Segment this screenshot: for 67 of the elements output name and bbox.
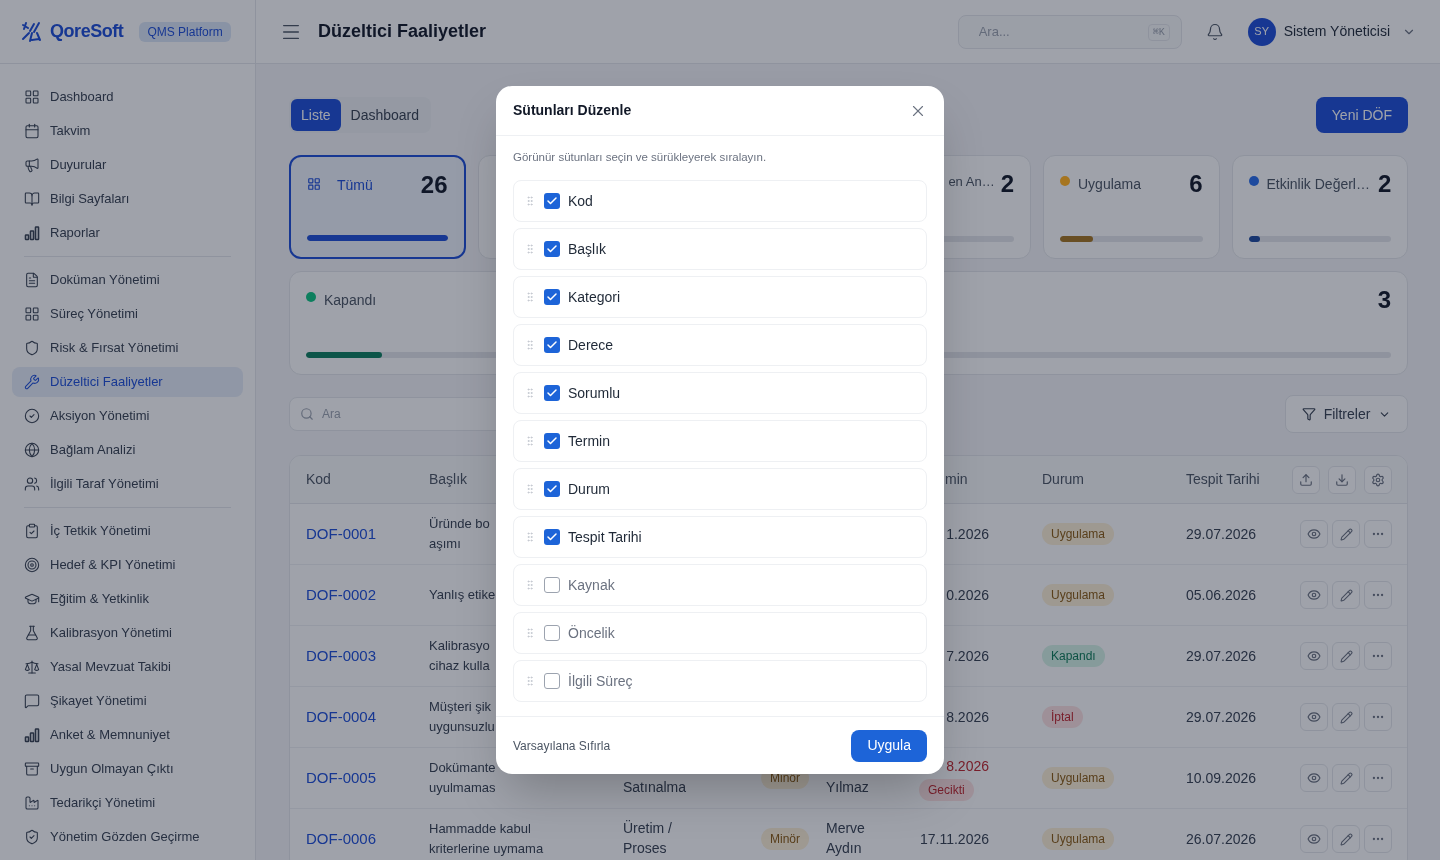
due-date: 1.2026: [945, 524, 989, 544]
category-text: Proses: [623, 839, 667, 858]
due-date: 0.2026: [945, 585, 989, 605]
stat-label: Kapandı: [324, 292, 377, 308]
column-label: Tespit Tarihi: [568, 527, 642, 547]
detection-date: 10.09.2026: [1186, 768, 1257, 788]
title-text: Yanlış etike: [429, 586, 496, 604]
stat-count: 26: [420, 173, 448, 197]
column-label: Kod: [568, 191, 593, 211]
column-label: Derece: [568, 335, 614, 355]
title-text: Hammadde kabul: [429, 820, 531, 838]
column-label: Termin: [568, 431, 610, 451]
title-text: Üründe bo: [429, 515, 490, 533]
column-label: Kategori: [568, 287, 621, 307]
category-text: Satınalma: [623, 778, 687, 797]
column-label: Öncelik: [568, 623, 615, 643]
detection-date: 26.07.2026: [1186, 829, 1257, 849]
status-label: Uygulama: [1042, 828, 1115, 850]
overdue-label: Gecikti: [919, 778, 974, 801]
title-text: cihaz kulla: [429, 657, 490, 675]
title-text: kriterlerine uymama: [429, 840, 544, 858]
stat-label: en An…: [948, 174, 995, 189]
column-label: İlgili Süreç: [568, 671, 633, 691]
column-header: Kod: [306, 470, 331, 489]
title-text: uygunsuzlu: [429, 718, 495, 736]
category-text: Üretim /: [623, 819, 672, 838]
owner-text: Merve: [826, 819, 865, 838]
stat-count: 6: [1189, 172, 1203, 196]
stat-label: Tümü: [337, 177, 373, 193]
column-header: Başlık: [429, 470, 468, 489]
title-text: Kalibrasyo: [429, 637, 490, 655]
title-text: Dokümante: [429, 759, 496, 777]
column-label: Kaynak: [568, 575, 615, 595]
column-label: Başlık: [568, 239, 607, 259]
title-text: Müşteri şik: [429, 698, 492, 716]
column-header: Tespit Tarihi: [1186, 470, 1260, 489]
owner-text: Aydın: [826, 839, 862, 858]
stat-label: Etkinlik Değerl…: [1266, 176, 1370, 192]
column-header: Durum: [1042, 470, 1084, 489]
page-title: Düzeltici Faaliyetler: [318, 20, 487, 43]
title-text: uyulmamas: [429, 779, 496, 797]
detection-date: 29.07.2026: [1186, 707, 1257, 727]
stat-count: 2: [1000, 172, 1014, 196]
column-label: Durum: [568, 479, 610, 499]
due-date: 17.11.2026: [919, 829, 989, 849]
stat-label: Uygulama: [1078, 176, 1142, 192]
platform-badge: QMS Platform: [139, 21, 231, 42]
status-label: İptal: [1042, 706, 1083, 728]
title-text: aşımı: [429, 535, 461, 553]
brand-name: QoreSoft: [50, 20, 124, 43]
due-date: 8.2026: [945, 756, 989, 776]
stat-count: 3: [1377, 288, 1391, 312]
dialog-title: Sütunları Düzenle: [513, 101, 632, 120]
due-date: 8.2026: [945, 707, 989, 727]
status-label: Uygulama: [1042, 523, 1115, 545]
detection-date: 29.07.2026: [1186, 646, 1257, 666]
status-label: Uygulama: [1042, 767, 1115, 789]
stat-count: 2: [1378, 172, 1392, 196]
detection-date: 29.07.2026: [1186, 524, 1257, 544]
column-header: min: [945, 470, 968, 489]
status-label: Uygulama: [1042, 584, 1115, 606]
dialog-description: Görünür sütunları seçin ve sürükleyerek sıralayın.: [513, 150, 768, 165]
status-label: Kapandı: [1042, 645, 1105, 667]
severity-label: Minör: [761, 828, 809, 850]
detection-date: 05.06.2026: [1186, 585, 1257, 605]
due-date: 7.2026: [945, 646, 989, 666]
owner-text: Yılmaz: [826, 778, 869, 797]
